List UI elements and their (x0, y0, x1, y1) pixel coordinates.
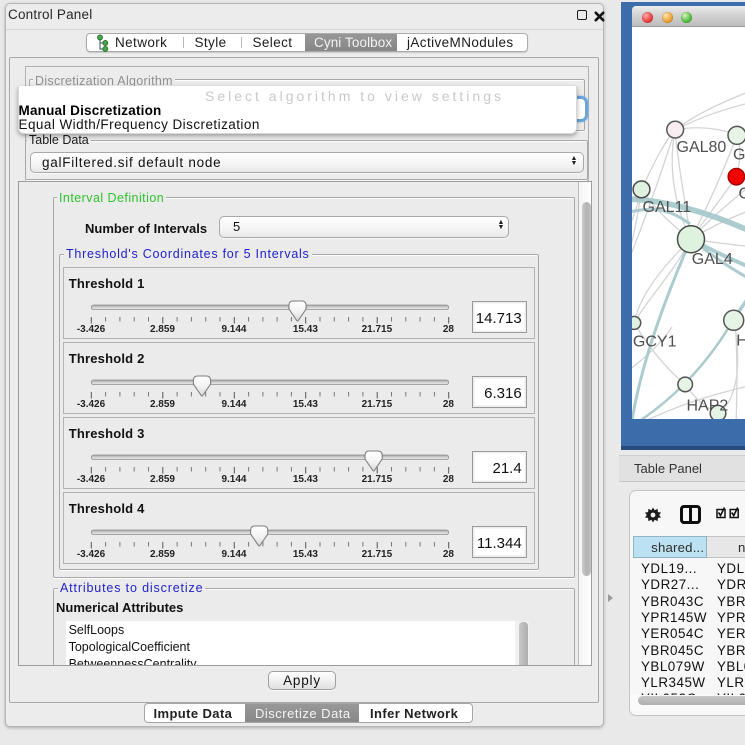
svg-text:HIS: HIS (736, 332, 745, 349)
svg-text:GAL80: GAL80 (677, 139, 727, 156)
svg-text:GAL11: GAL11 (643, 199, 692, 216)
svg-text:CD: CD (739, 185, 745, 202)
svg-text:GAL7: GAL7 (733, 147, 745, 164)
svg-text:GAL4: GAL4 (692, 251, 733, 268)
svg-text:GCY1: GCY1 (633, 334, 677, 351)
svg-text:HAP2: HAP2 (687, 398, 729, 415)
